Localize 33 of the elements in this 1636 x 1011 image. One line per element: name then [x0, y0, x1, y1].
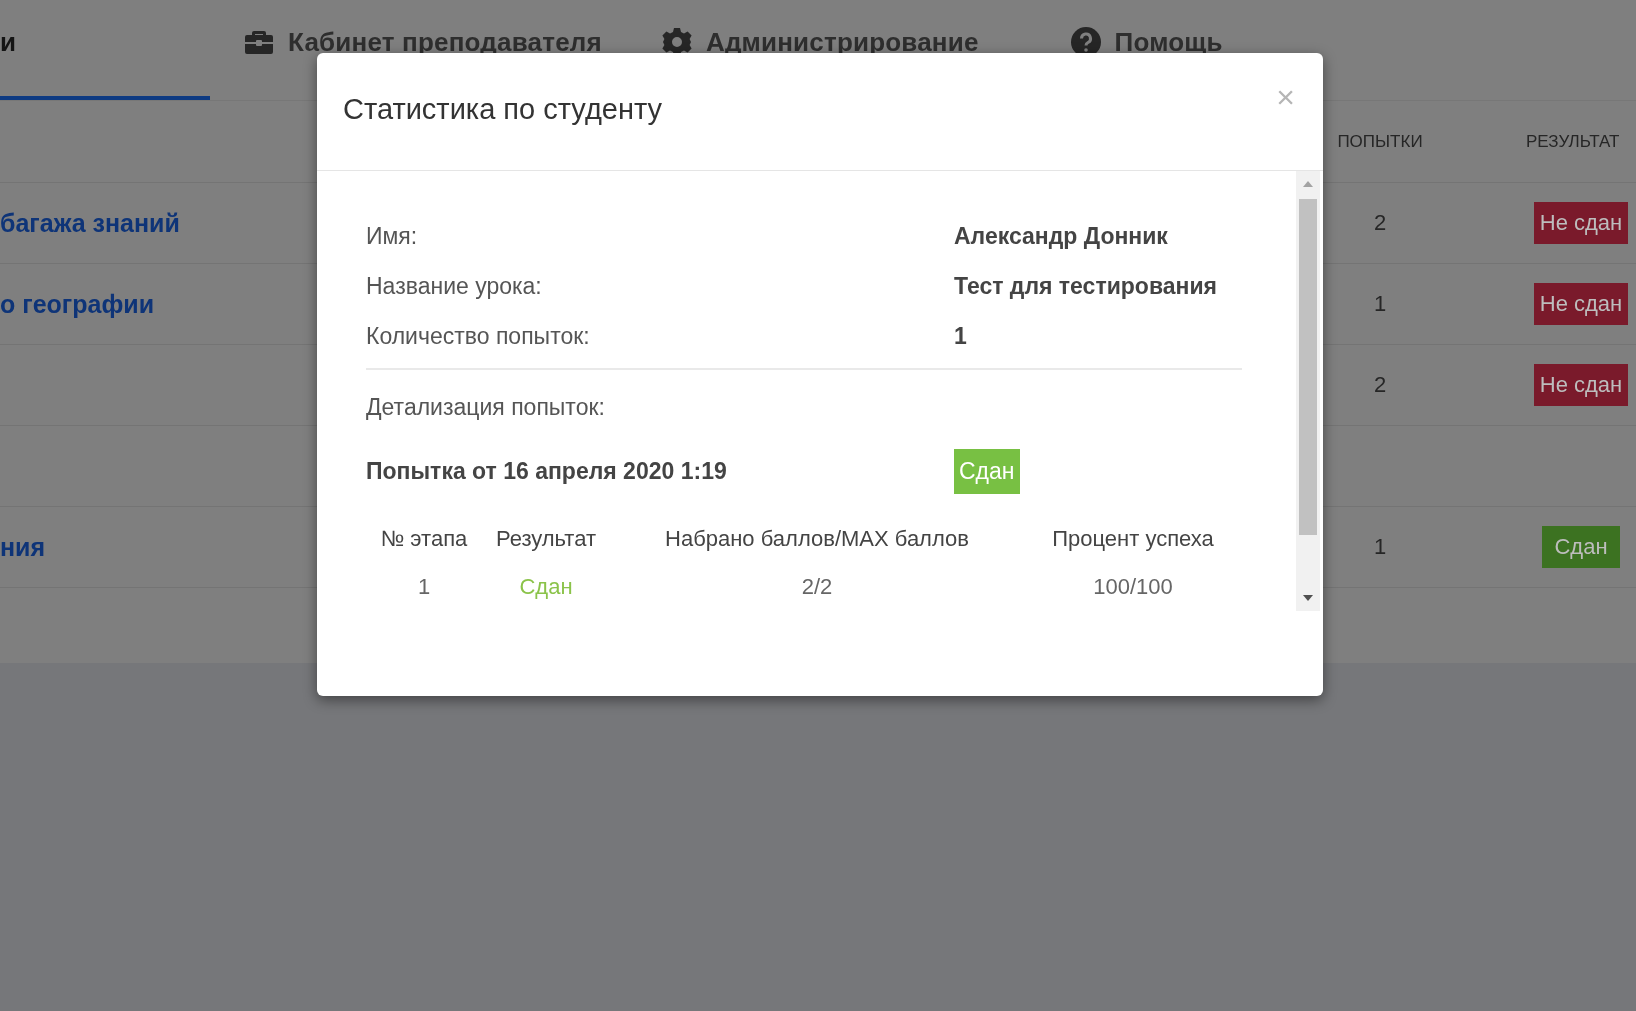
attempts-count: 2	[1373, 372, 1387, 397]
lesson-link[interactable]: о географии	[0, 289, 154, 318]
table-cell-text: 100/100	[1092, 574, 1174, 600]
table-cell-text: 2/2	[800, 574, 834, 600]
column-header: Процент успеха	[1051, 526, 1215, 552]
close-button[interactable]: ×	[1272, 79, 1299, 116]
column-header: Результат	[494, 526, 598, 552]
result-badge: Не сдан	[1533, 364, 1629, 406]
result-badge: Сдан	[1542, 526, 1620, 568]
table-cell-text: 1	[416, 574, 432, 600]
column-header: № этапа	[379, 526, 469, 552]
result-badge: Не сдан	[1533, 202, 1629, 244]
attempts-count: 1	[1373, 534, 1387, 559]
status-badge: Сдан	[954, 449, 1020, 494]
table-cell-text: Сдан	[518, 574, 574, 600]
field-value: Тест для тестирования	[954, 273, 1218, 300]
attempt-title: Попытка от 16 апреля 2020 1:19	[366, 458, 728, 485]
lesson-link[interactable]: багажа знаний	[0, 208, 180, 237]
field-label: Имя:	[366, 223, 419, 250]
field-label: Название урока:	[366, 273, 543, 300]
field-label: Количество попыток:	[366, 323, 591, 350]
section-label: Детализация попыток:	[366, 394, 606, 421]
field-value: 1	[954, 323, 968, 350]
column-header: Набрано баллов/MAX баллов	[664, 526, 970, 552]
scrollbar[interactable]	[1296, 171, 1320, 611]
nav-tab[interactable]: и	[0, 0, 210, 100]
field-value: Александр Донник	[954, 223, 1169, 250]
attempts-count: 1	[1373, 291, 1387, 316]
lesson-link[interactable]: ния	[0, 532, 46, 561]
column-header: РЕЗУЛЬТАТ	[1526, 131, 1621, 152]
column-header: ПОПЫТКИ	[1336, 131, 1424, 152]
result-badge: Не сдан	[1533, 283, 1629, 325]
attempts-count: 2	[1373, 210, 1387, 235]
